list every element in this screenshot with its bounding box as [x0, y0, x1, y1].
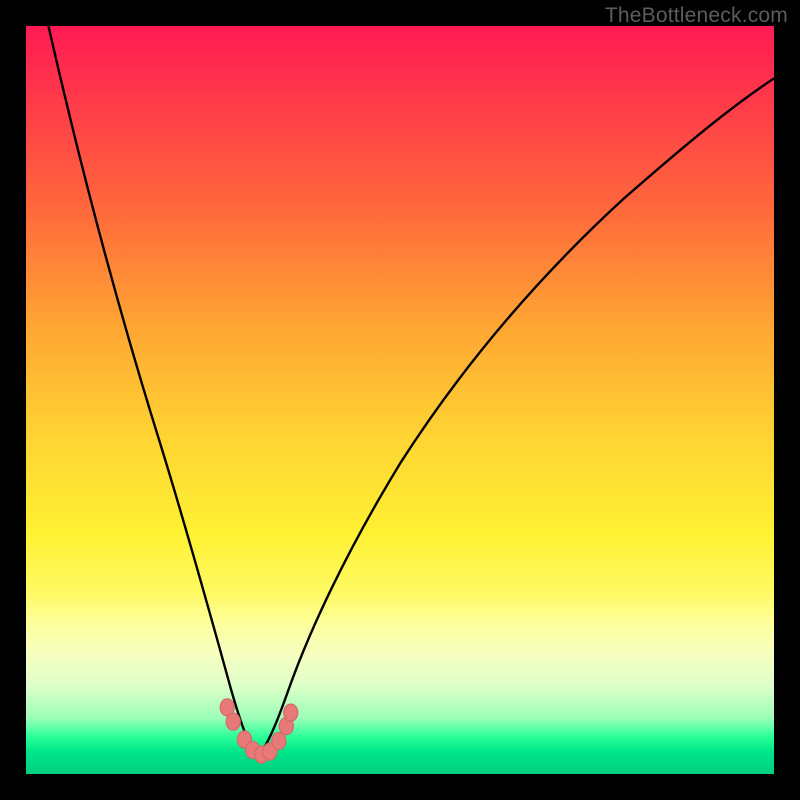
watermark-text: TheBottleneck.com	[605, 4, 788, 28]
chart-plot-area	[26, 26, 774, 774]
bottleneck-curve-svg	[26, 26, 774, 774]
bottleneck-curve-path	[48, 26, 774, 756]
highlight-markers	[220, 699, 298, 763]
